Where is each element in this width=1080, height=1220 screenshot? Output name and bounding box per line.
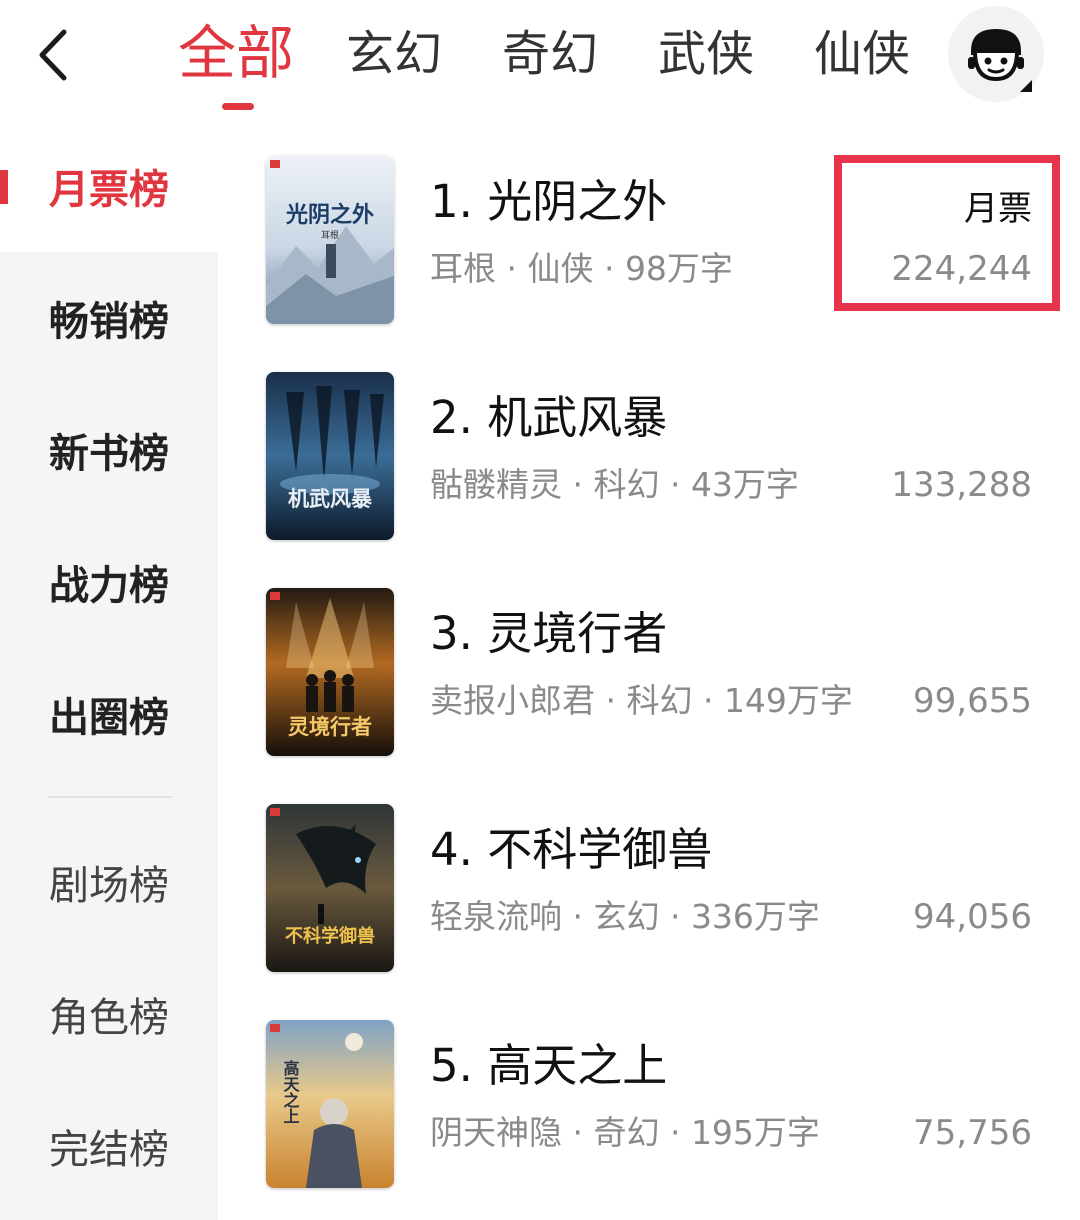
sidebar-item-label: 完结榜 bbox=[49, 1127, 169, 1173]
cover-title: 机武风暴 bbox=[288, 486, 373, 511]
sidebar-item-monthly-votes[interactable]: 月票榜 bbox=[0, 120, 218, 252]
sidebar-item-label: 新书榜 bbox=[49, 431, 169, 477]
sidebar-item-label: 战力榜 bbox=[49, 563, 169, 609]
chevron-left-icon bbox=[39, 29, 67, 81]
avatar-badge bbox=[1020, 80, 1032, 92]
book-cover: 机武风暴 bbox=[266, 372, 394, 540]
book-votes: 99,655 bbox=[913, 681, 1032, 721]
sidebar-item-character[interactable]: 角色榜 bbox=[0, 948, 218, 1080]
book-meta: 轻泉流响 · 玄幻 · 336万字 bbox=[430, 897, 820, 936]
tab-xuanhuan[interactable]: 玄幻 bbox=[346, 22, 442, 86]
book-title[interactable]: 3. 灵境行者 bbox=[430, 604, 667, 664]
cover-title: 灵境行者 bbox=[288, 714, 372, 739]
book-meta: 骷髅精灵 · 科幻 · 43万字 bbox=[430, 465, 799, 504]
sidebar-item-label: 角色榜 bbox=[49, 995, 169, 1041]
list-item[interactable]: 机武风暴 2. 机武风暴 骷髅精灵 · 科幻 · 43万字 133,288 bbox=[218, 336, 1080, 552]
book-title[interactable]: 4. 不科学御兽 bbox=[430, 820, 712, 880]
active-marker bbox=[0, 170, 8, 204]
book-title[interactable]: 5. 高天之上 bbox=[430, 1036, 667, 1096]
back-button[interactable] bbox=[28, 20, 78, 90]
tab-xianxia[interactable]: 仙侠 bbox=[814, 22, 910, 86]
sidebar-item-label: 出圈榜 bbox=[49, 695, 169, 741]
sidebar-item-completed[interactable]: 完结榜 bbox=[0, 1080, 218, 1212]
cover-title: 高天之上 bbox=[281, 1059, 300, 1124]
book-cover: 高天之上 bbox=[266, 1020, 394, 1188]
book-title[interactable]: 2. 机武风暴 bbox=[430, 388, 667, 448]
sidebar-item-new-books[interactable]: 新书榜 bbox=[0, 384, 218, 516]
sidebar-divider bbox=[48, 796, 172, 798]
sidebar-item-label: 畅销榜 bbox=[49, 299, 169, 345]
book-meta: 卖报小郎君 · 科幻 · 149万字 bbox=[430, 681, 853, 720]
book-title[interactable]: 1. 光阴之外 bbox=[430, 172, 667, 232]
cover-title: 光阴之外 bbox=[285, 202, 374, 228]
book-cover: 灵境行者 bbox=[266, 588, 394, 756]
book-votes: 75,756 bbox=[913, 1113, 1032, 1153]
cover-author: 耳根 bbox=[321, 229, 339, 241]
tab-wuxia[interactable]: 武侠 bbox=[658, 22, 754, 86]
ranking-sidebar: 月票榜 畅销榜 新书榜 战力榜 出圈榜 剧场榜 角色榜 完结榜 bbox=[0, 120, 218, 1220]
tab-qihuan[interactable]: 奇幻 bbox=[502, 22, 598, 86]
avatar-face-icon bbox=[968, 29, 1024, 82]
book-meta: 阴天神隐 · 奇幻 · 195万字 bbox=[430, 1113, 820, 1152]
active-tab-indicator bbox=[222, 103, 254, 110]
cover-title: 不科学御兽 bbox=[285, 925, 375, 947]
sidebar-item-label: 月票榜 bbox=[49, 167, 169, 213]
book-votes: 133,288 bbox=[891, 465, 1032, 505]
book-cover: 不科学御兽 bbox=[266, 804, 394, 972]
top-bar: 全部 玄幻 奇幻 武侠 仙侠 bbox=[0, 0, 1080, 120]
book-votes: 94,056 bbox=[913, 897, 1032, 937]
list-item[interactable]: 不科学御兽 4. 不科学御兽 轻泉流响 · 玄幻 · 336万字 94,056 bbox=[218, 768, 1080, 984]
sidebar-item-bestseller[interactable]: 畅销榜 bbox=[0, 252, 218, 384]
highlight-box bbox=[834, 155, 1060, 311]
sidebar-item-label: 剧场榜 bbox=[49, 863, 169, 909]
list-item[interactable]: 灵境行者 3. 灵境行者 卖报小郎君 · 科幻 · 149万字 99,655 bbox=[218, 552, 1080, 768]
sidebar-item-theater[interactable]: 剧场榜 bbox=[0, 816, 218, 948]
book-cover: 光阴之外 耳根 bbox=[266, 156, 394, 324]
list-item[interactable]: 高天之上 5. 高天之上 阴天神隐 · 奇幻 · 195万字 75,756 bbox=[218, 984, 1080, 1200]
sidebar-item-breakout[interactable]: 出圈榜 bbox=[0, 648, 218, 780]
book-meta: 耳根 · 仙侠 · 98万字 bbox=[430, 249, 733, 288]
tab-all[interactable]: 全部 bbox=[178, 18, 294, 88]
sidebar-item-power[interactable]: 战力榜 bbox=[0, 516, 218, 648]
